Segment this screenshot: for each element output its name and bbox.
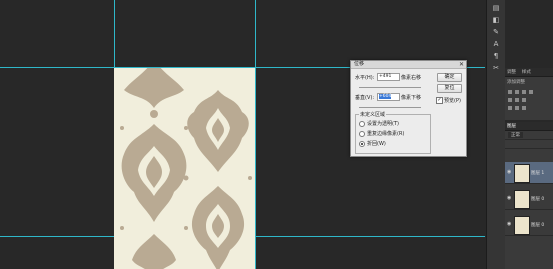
brush-icon[interactable]: ✎ xyxy=(491,28,501,36)
invert-icon[interactable] xyxy=(508,106,512,110)
threshold-icon[interactable] xyxy=(522,106,526,110)
layer-row[interactable]: ◉ 图层 0 xyxy=(505,188,553,210)
tab-styles[interactable]: 样式 xyxy=(520,69,533,77)
reset-button[interactable]: 复位 xyxy=(437,84,462,93)
offset-dialog: 位移 ✕ 水平(H): +491 像素右移 垂直(V): +604 像素下移 确… xyxy=(350,60,467,157)
layers-panel: 图层 正常 ◉ 图层 1 ◉ 图层 0 ◉ 图层 0 xyxy=(505,122,553,269)
undefined-area-label: 未定义区域 xyxy=(359,111,387,118)
preview-checkbox[interactable]: ✓ xyxy=(436,97,443,104)
blend-mode-select[interactable]: 正常 xyxy=(508,132,523,138)
exposure-icon[interactable] xyxy=(529,90,533,94)
layer-thumbnail xyxy=(514,216,530,235)
levels-icon[interactable] xyxy=(515,90,519,94)
vertical-unit: 像素下移 xyxy=(401,95,422,101)
text-align-icon[interactable]: ¶ xyxy=(491,52,501,60)
tools-icon[interactable]: ✂ xyxy=(491,64,501,72)
tab-layers[interactable]: 图层 xyxy=(505,123,518,131)
type-icon[interactable]: A xyxy=(491,40,501,48)
curves-icon[interactable] xyxy=(522,90,526,94)
eye-icon[interactable]: ◉ xyxy=(507,195,511,201)
dialog-titlebar[interactable]: 位移 ✕ xyxy=(351,61,466,69)
radio-repeat-edge[interactable] xyxy=(359,131,365,137)
guide-vertical-right[interactable] xyxy=(255,0,256,269)
layers-icon[interactable]: ▤ xyxy=(491,4,501,12)
vibrance-icon[interactable] xyxy=(508,98,512,102)
option-repeat-edge-label: 重复边缘像素(R) xyxy=(367,131,405,137)
layer-thumbnail xyxy=(514,164,530,183)
horizontal-label: 水平(H): xyxy=(355,75,375,81)
add-adjustment-label: 添加调整 xyxy=(507,80,525,85)
damask-pattern xyxy=(120,68,252,269)
brightness-icon[interactable] xyxy=(508,90,512,94)
vertical-label: 垂直(V): xyxy=(355,95,375,101)
horizontal-slider[interactable] xyxy=(359,87,421,88)
close-icon[interactable]: ✕ xyxy=(459,61,464,68)
horizontal-unit: 像素右移 xyxy=(401,75,422,81)
radio-wrap-around[interactable] xyxy=(359,141,365,147)
layer-name: 图层 0 xyxy=(531,223,545,228)
preview-label: 预览(P) xyxy=(444,98,461,104)
adjustments-panel: 调整 样式 添加调整 xyxy=(505,68,553,120)
vertical-input[interactable]: +604 xyxy=(377,93,400,101)
right-tool-strip: ▤ ◧ ✎ A ¶ ✂ xyxy=(486,0,505,269)
layer-row[interactable]: ◉ 图层 1 xyxy=(505,162,553,184)
layer-name: 图层 0 xyxy=(531,197,545,202)
option-transparent-label: 设置为透明(T) xyxy=(367,121,399,127)
layer-row[interactable]: ◉ 图层 0 xyxy=(505,214,553,236)
history-icon[interactable]: ◧ xyxy=(491,16,501,24)
document-image xyxy=(114,68,255,269)
tab-adjustments[interactable]: 调整 xyxy=(505,69,518,77)
vertical-slider[interactable] xyxy=(359,107,421,108)
layer-name: 图层 1 xyxy=(531,171,545,176)
layer-thumbnail xyxy=(514,190,530,209)
eye-icon[interactable]: ◉ xyxy=(507,221,511,227)
horizontal-input[interactable]: +491 xyxy=(377,73,400,81)
posterize-icon[interactable] xyxy=(515,106,519,110)
hue-icon[interactable] xyxy=(515,98,519,102)
eye-icon[interactable]: ◉ xyxy=(507,169,511,175)
option-wrap-around-label: 折回(W) xyxy=(367,141,386,147)
balance-icon[interactable] xyxy=(522,98,526,102)
radio-transparent[interactable] xyxy=(359,121,365,127)
dialog-title: 位移 xyxy=(354,61,365,67)
ok-button[interactable]: 确定 xyxy=(437,73,462,82)
